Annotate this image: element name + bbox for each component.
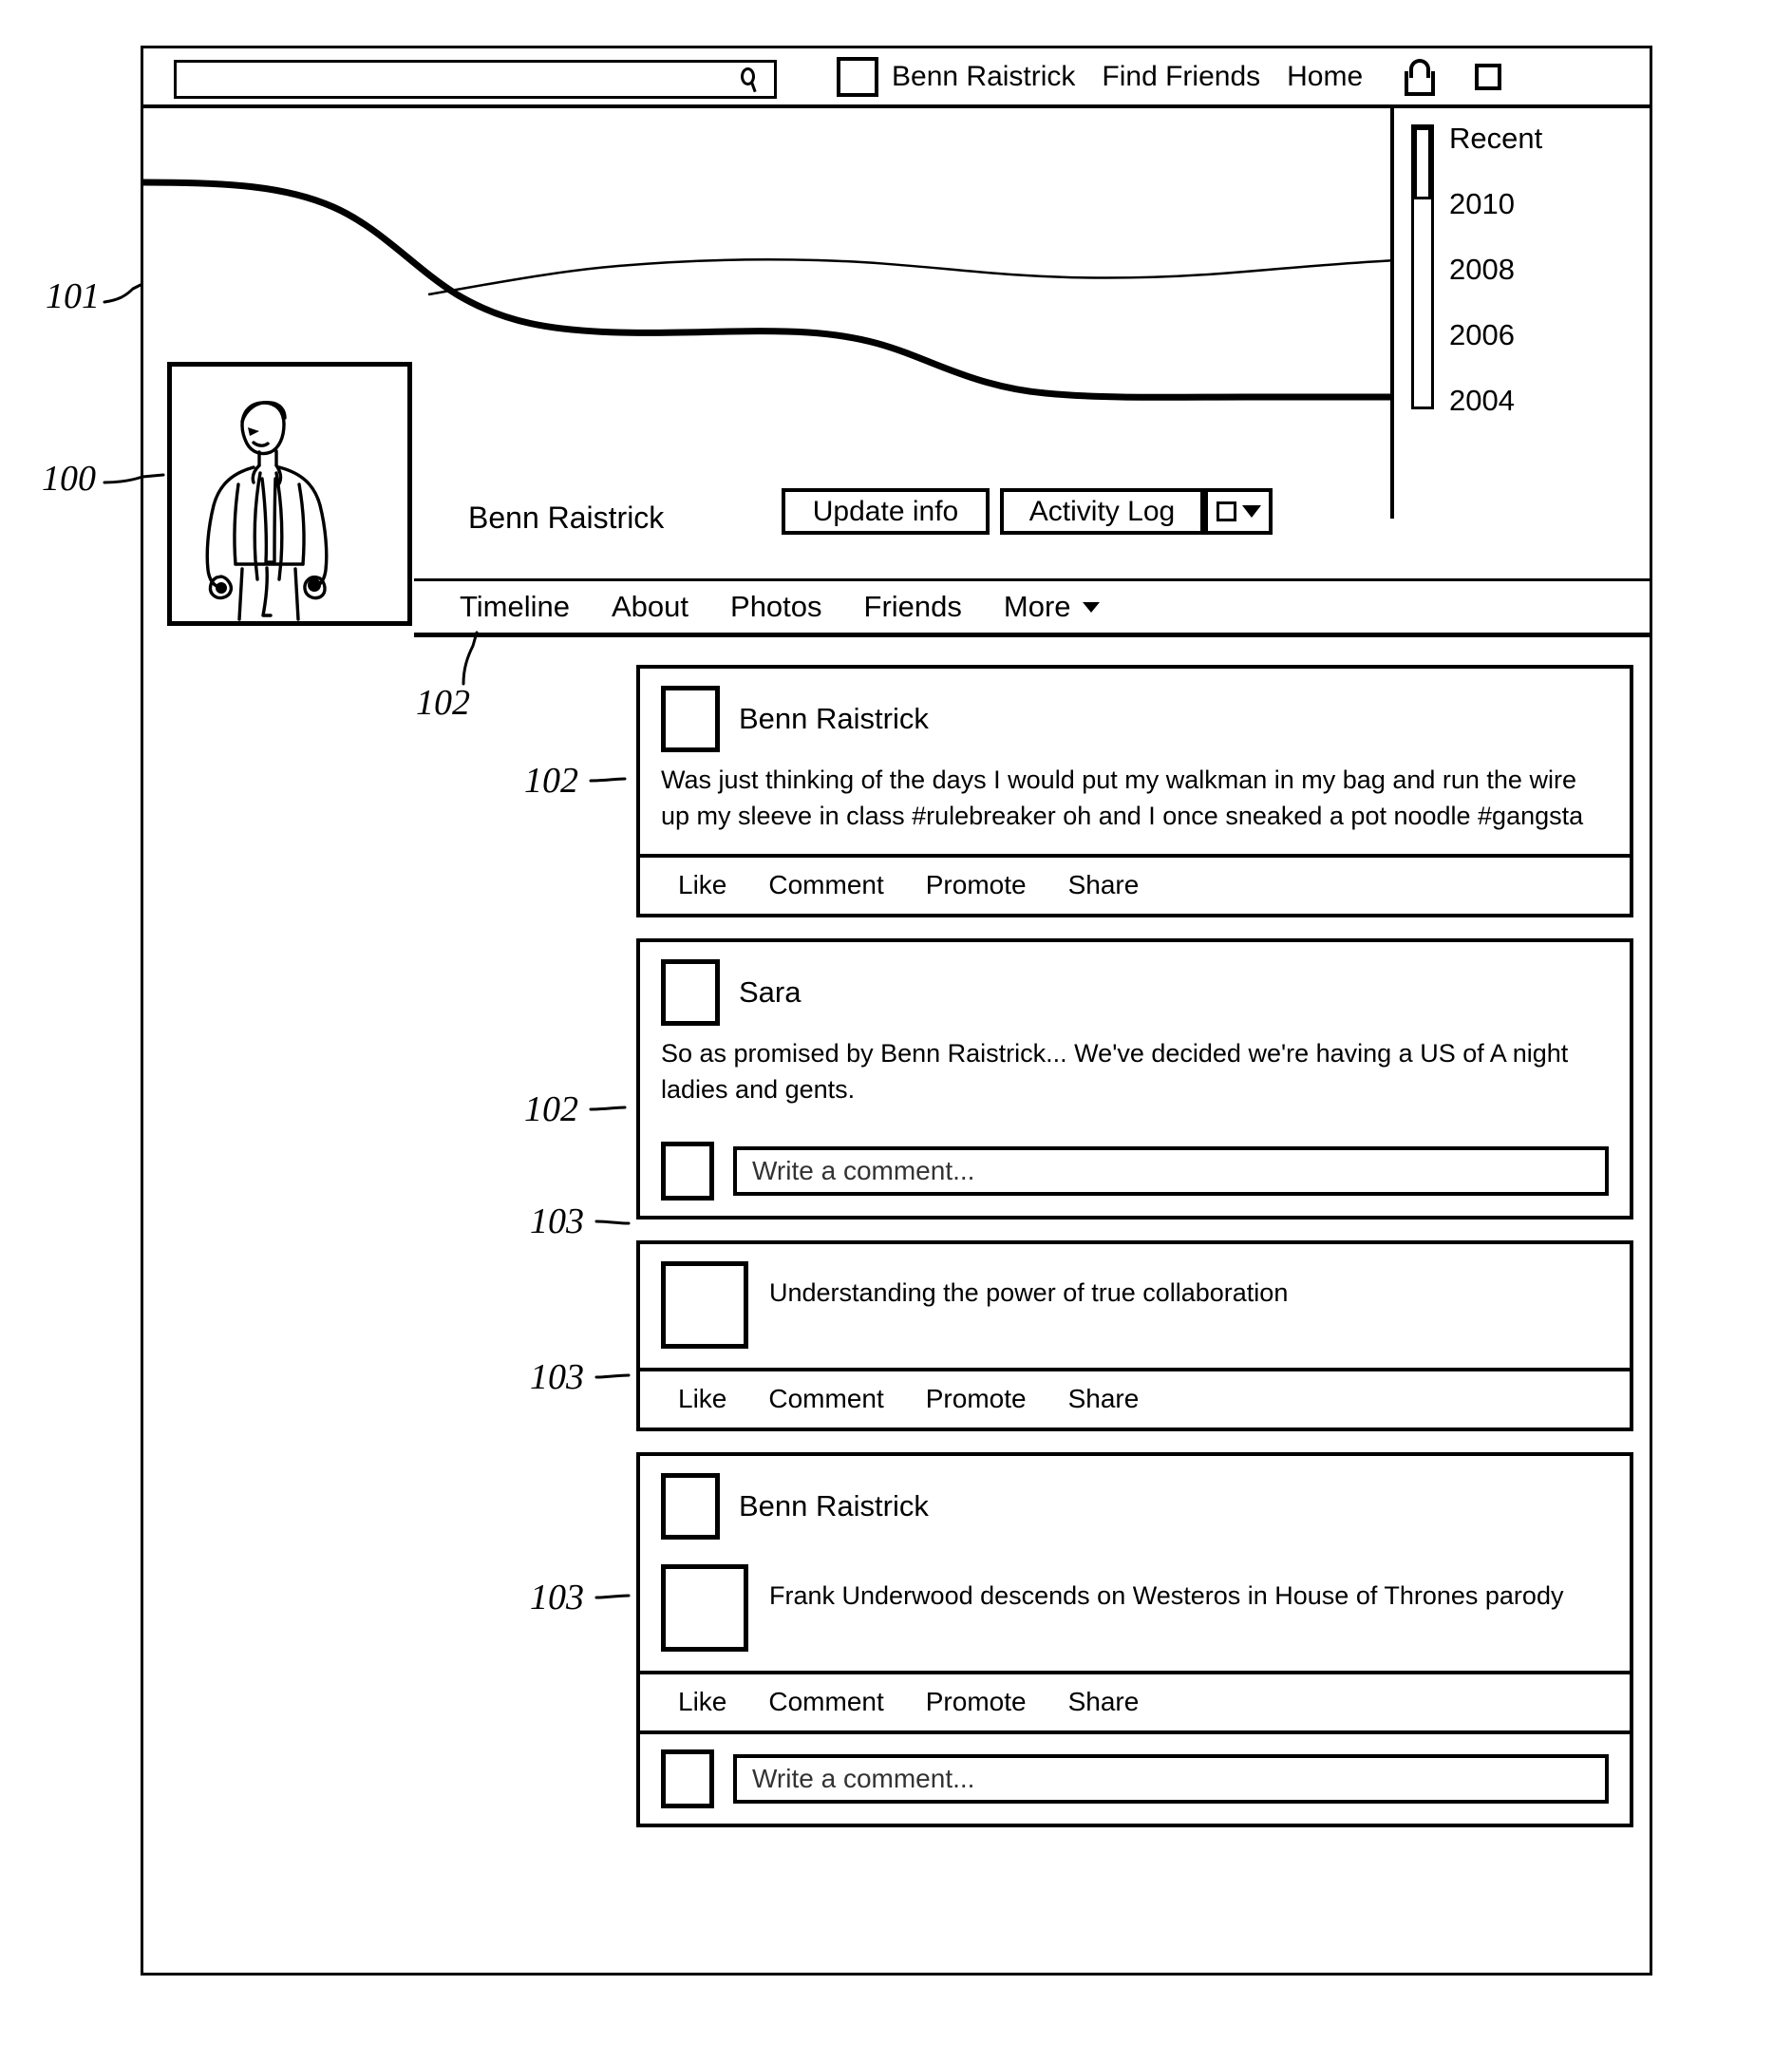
share-action[interactable]: Share (1068, 1687, 1140, 1717)
avatar[interactable] (661, 1142, 714, 1201)
nav-item-user-name[interactable]: Benn Raistrick (892, 61, 1075, 93)
post-card: Benn Raistrick Frank Underwood descends … (636, 1452, 1633, 1828)
tab-friends[interactable]: Friends (864, 590, 962, 624)
link-preview-title[interactable]: Frank Underwood descends on Westeros in … (769, 1564, 1563, 1614)
update-info-button[interactable]: Update info (782, 488, 990, 535)
callout-103-post-4: 103 (530, 1578, 584, 1617)
link-preview-thumbnail[interactable] (661, 1564, 748, 1653)
settings-dropdown-button[interactable] (1204, 488, 1273, 535)
like-action[interactable]: Like (678, 1687, 726, 1717)
square-icon[interactable] (1475, 63, 1502, 90)
timeline-feed: Benn Raistrick Was just thinking of the … (636, 665, 1633, 1848)
year-nav-item-2010[interactable]: 2010 (1449, 187, 1515, 221)
comment-action[interactable]: Comment (768, 870, 883, 900)
promote-action[interactable]: Promote (926, 870, 1027, 900)
gear-square-icon (1216, 501, 1236, 521)
share-action[interactable]: Share (1068, 1384, 1140, 1414)
post-text: Was just thinking of the days I would pu… (661, 766, 1584, 831)
link-preview-title[interactable]: Understanding the power of true collabor… (769, 1261, 1288, 1311)
year-nav-scrollbar[interactable] (1411, 124, 1434, 409)
avatar[interactable] (661, 958, 720, 1026)
link-preview[interactable]: Understanding the power of true collabor… (640, 1244, 1630, 1368)
year-nav-scrollbar-thumb[interactable] (1414, 127, 1431, 199)
callout-103-post-3: 103 (530, 1357, 584, 1397)
top-navigation-bar: Benn Raistrick Find Friends Home (143, 48, 1650, 108)
comment-action[interactable]: Comment (768, 1687, 883, 1717)
callout-103-comment: 103 (530, 1201, 584, 1241)
tab-photos-label: Photos (730, 590, 822, 623)
timeline-year-nav[interactable]: Recent 2010 2008 2006 2004 (1390, 108, 1650, 519)
avatar[interactable] (661, 1749, 714, 1809)
post-card: Understanding the power of true collabor… (636, 1240, 1633, 1432)
callout-102-tab: 102 (416, 683, 470, 723)
nav-right-group: Benn Raistrick Find Friends Home (837, 48, 1502, 104)
link-preview[interactable]: Frank Underwood descends on Westeros in … (640, 1547, 1630, 1671)
promote-action[interactable]: Promote (926, 1687, 1027, 1717)
tab-timeline[interactable]: Timeline (460, 590, 570, 624)
avatar[interactable] (661, 1473, 720, 1541)
callout-102-post-2: 102 (524, 1089, 578, 1129)
like-action[interactable]: Like (678, 870, 726, 900)
comment-composer: Write a comment... (640, 1126, 1630, 1216)
tab-about-label: About (612, 590, 689, 623)
post-author-name[interactable]: Sara (739, 975, 801, 1010)
post-author-name[interactable]: Benn Raistrick (739, 1489, 929, 1523)
profile-tab-bar: Timeline About Photos Friends More (414, 578, 1650, 637)
nav-item-home[interactable]: Home (1287, 61, 1363, 93)
post-header: Benn Raistrick (640, 1456, 1630, 1547)
comment-action[interactable]: Comment (768, 1384, 883, 1414)
year-nav-item-2004[interactable]: 2004 (1449, 384, 1515, 418)
tab-more[interactable]: More (1004, 590, 1100, 624)
post-text: So as promised by Benn Raistrick... We'v… (661, 1038, 1569, 1104)
search-input[interactable] (174, 60, 777, 99)
year-nav-item-2008[interactable]: 2008 (1449, 253, 1515, 287)
like-action[interactable]: Like (678, 1384, 726, 1414)
callout-102-post-1: 102 (524, 761, 578, 801)
post-header: Benn Raistrick (640, 669, 1630, 760)
post-action-bar: Like Comment Promote Share (640, 1671, 1630, 1730)
promote-action[interactable]: Promote (926, 1384, 1027, 1414)
post-card: Sara So as promised by Benn Raistrick...… (636, 937, 1633, 1220)
comment-composer: Write a comment... (640, 1730, 1630, 1824)
profile-photo[interactable] (167, 362, 412, 626)
chevron-down-icon (1082, 601, 1100, 613)
nav-item-find-friends[interactable]: Find Friends (1102, 61, 1260, 93)
chevron-down-icon (1241, 505, 1261, 518)
callout-101: 101 (46, 276, 100, 316)
link-preview-thumbnail[interactable] (661, 1261, 748, 1350)
post-header: Sara (640, 942, 1630, 1033)
tab-more-label: More (1003, 590, 1071, 623)
profile-action-bar: Benn Raistrick Update info Activity Log (414, 459, 1650, 578)
post-action-bar: Like Comment Promote Share (640, 1368, 1630, 1428)
tab-friends-label: Friends (863, 590, 962, 623)
tab-about[interactable]: About (612, 590, 689, 624)
callout-100: 100 (42, 459, 96, 499)
search-icon[interactable] (738, 66, 763, 94)
comment-input[interactable]: Write a comment... (733, 1146, 1609, 1197)
avatar[interactable] (837, 56, 878, 97)
activity-log-button[interactable]: Activity Log (1000, 488, 1204, 535)
post-action-bar: Like Comment Promote Share (640, 853, 1630, 914)
lock-icon[interactable] (1403, 58, 1437, 96)
page-title: Benn Raistrick (468, 501, 665, 535)
year-nav-item-2006[interactable]: 2006 (1449, 318, 1515, 352)
avatar[interactable] (661, 686, 720, 752)
share-action[interactable]: Share (1068, 870, 1140, 900)
year-nav-item-recent[interactable]: Recent (1449, 122, 1542, 156)
profile-photo-figure-drawing (205, 401, 329, 621)
post-card: Benn Raistrick Was just thinking of the … (636, 665, 1633, 917)
application-window: Benn Raistrick Find Friends Home Recent … (143, 48, 1650, 637)
tab-photos[interactable]: Photos (730, 590, 822, 624)
post-author-name[interactable]: Benn Raistrick (739, 702, 929, 736)
comment-input[interactable]: Write a comment... (733, 1754, 1609, 1805)
tab-timeline-label: Timeline (460, 590, 570, 623)
